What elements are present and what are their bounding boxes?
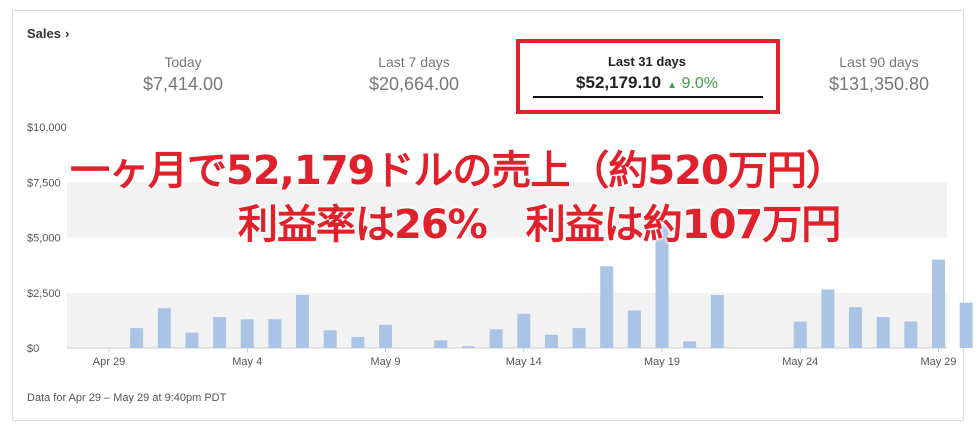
bar — [710, 294, 724, 348]
bar — [572, 328, 586, 348]
x-tick-label: Apr 29 — [93, 356, 125, 368]
bar — [240, 319, 254, 348]
data-range-footer: Data for Apr 29 – May 29 at 9:40pm PDT — [27, 392, 227, 404]
bar — [821, 289, 835, 348]
x-tick-label: May 14 — [506, 356, 542, 368]
x-tick-label: May 4 — [232, 356, 262, 368]
bar — [489, 329, 503, 348]
bar — [544, 334, 558, 348]
overlay-annotation-line2: 利益率は26% 利益は約107万円 — [238, 202, 841, 248]
bar — [517, 313, 531, 348]
y-tick-label: $5,000 — [27, 233, 61, 245]
bar — [268, 319, 282, 348]
x-tick-label: May 9 — [371, 356, 401, 368]
bar — [793, 321, 807, 348]
bar — [904, 321, 918, 348]
bar — [130, 328, 144, 348]
bar — [185, 332, 199, 348]
grid-band — [67, 292, 947, 348]
bar — [849, 307, 863, 348]
bar — [932, 259, 945, 348]
bar — [959, 302, 973, 348]
overlay-annotation-line1: 一ヶ月で52,179ドルの売上（約520万円） — [70, 148, 846, 194]
bar — [627, 310, 641, 348]
x-tick-label: May 24 — [782, 356, 818, 368]
bar — [157, 308, 171, 348]
bar — [296, 294, 310, 348]
y-tick-label: $10,000 — [27, 122, 67, 134]
bar — [683, 341, 697, 348]
bar — [600, 266, 614, 348]
y-tick-label: $7,500 — [27, 177, 61, 189]
x-tick-label: May 19 — [644, 356, 680, 368]
bar — [351, 336, 365, 348]
bar — [213, 317, 227, 348]
bar — [323, 330, 337, 348]
y-tick-label: $0 — [27, 343, 39, 355]
bar — [379, 324, 392, 348]
y-tick-label: $2,500 — [27, 288, 61, 300]
x-tick-label: May 29 — [920, 356, 956, 368]
bar — [461, 346, 475, 348]
bar — [876, 317, 890, 348]
bar — [434, 340, 448, 348]
